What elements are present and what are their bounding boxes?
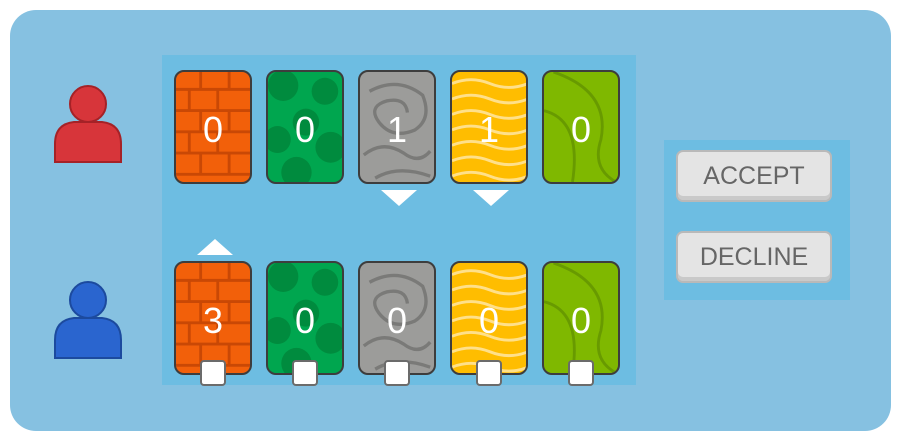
self-pasture-count: 0 [570, 300, 592, 341]
self-stone-card[interactable]: 0 [358, 261, 436, 375]
self-player-icon [52, 278, 124, 360]
opponent-pasture-count: 0 [570, 109, 592, 150]
accept-button[interactable]: ACCEPT [676, 150, 832, 202]
self-forest-card[interactable]: 0 [266, 261, 344, 375]
opponent-forest-card: 0 [266, 70, 344, 184]
opponent-pasture-card: 0 [542, 70, 620, 184]
brick-receive-arrow-icon [197, 239, 233, 255]
trade-actions-panel: ACCEPT DECLINE [664, 140, 850, 300]
brick-checkbox[interactable] [200, 360, 226, 386]
forest-checkbox[interactable] [292, 360, 318, 386]
pasture-checkbox[interactable] [568, 360, 594, 386]
opponent-stone-count: 1 [386, 109, 408, 150]
opponent-brick-count: 0 [202, 109, 224, 150]
wheat-checkbox[interactable] [476, 360, 502, 386]
self-wheat-count: 0 [478, 300, 500, 341]
self-forest-count: 0 [294, 300, 316, 341]
cards-panel: 0 0 1 1 0 3 0 0 0 0 [162, 55, 636, 386]
opponent-wheat-count: 1 [478, 109, 500, 150]
opponent-player-icon [52, 82, 124, 164]
opponent-forest-count: 0 [294, 109, 316, 150]
decline-button[interactable]: DECLINE [676, 231, 832, 283]
self-wheat-card[interactable]: 0 [450, 261, 528, 375]
wheat-give-arrow-icon [473, 190, 509, 206]
stone-checkbox[interactable] [384, 360, 410, 386]
stone-give-arrow-icon [381, 190, 417, 206]
self-brick-card[interactable]: 3 [174, 261, 252, 375]
opponent-brick-card: 0 [174, 70, 252, 184]
opponent-wheat-card: 1 [450, 70, 528, 184]
self-stone-count: 0 [386, 300, 408, 341]
self-brick-count: 3 [202, 300, 224, 341]
opponent-stone-card: 1 [358, 70, 436, 184]
self-pasture-card[interactable]: 0 [542, 261, 620, 375]
